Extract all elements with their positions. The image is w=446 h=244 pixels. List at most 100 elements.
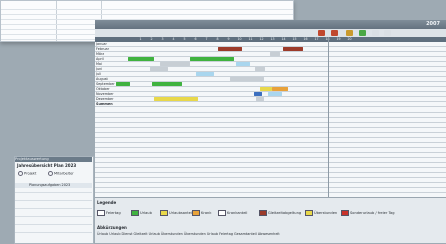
value-cell [330,52,348,56]
value-cell [330,67,348,71]
absence-bar[interactable] [256,97,264,101]
edit-button[interactable] [372,30,379,36]
legend-item: Krank [192,210,211,216]
value-cell [330,77,348,81]
option-mitarbeiter[interactable]: Mitarbeiter [48,171,74,176]
grid-column-divider [328,37,329,197]
value-cell [386,72,404,76]
absence-bar[interactable] [150,67,168,71]
absence-bar[interactable] [154,97,198,101]
absence-bar[interactable] [268,92,282,96]
value-cell [386,92,404,96]
legend-label: Krankanteil [227,211,248,215]
legend-swatch [97,210,105,216]
value-cell [330,92,348,96]
absence-bar[interactable] [218,47,242,51]
row-label: Januar [96,42,107,46]
row-label: März [96,52,105,56]
row-divider [95,132,446,133]
absence-bar[interactable] [260,87,272,91]
absence-bar[interactable] [283,47,303,51]
legend-title: Legende [97,200,117,205]
value-cell [386,102,404,106]
row-label: November [96,92,114,96]
value-cell [330,47,348,51]
value-cell [358,62,376,66]
row-label: April [96,57,104,61]
warning-button[interactable] [346,30,353,36]
absence-bar[interactable] [190,57,234,61]
value-cell [386,87,404,91]
side-list-item[interactable]: Planungsaufgaben 2023 [15,183,92,188]
absence-bar[interactable] [255,67,265,71]
value-cell [414,82,432,86]
row-divider [95,127,446,128]
row-divider [95,106,446,107]
value-cell [358,57,376,61]
value-cell [414,67,432,71]
row-label: Oktober [96,87,110,91]
row-divider [95,152,446,153]
abbreviations-title: Abkürzungen [97,225,127,230]
row-divider [95,182,446,183]
legend-swatch [305,210,313,216]
absence-bar[interactable] [196,72,214,76]
row-divider [95,142,446,143]
absence-bar[interactable] [152,82,182,86]
record-button[interactable] [318,30,325,36]
row-label: Summen [96,102,113,106]
absence-bar[interactable] [128,57,154,61]
settings-button[interactable] [384,30,391,36]
row-divider [95,187,446,188]
legend-label: Überstunden [314,211,338,215]
legend-swatch [160,210,168,216]
value-cell [330,97,348,101]
row-divider [95,177,446,178]
value-cell [414,92,432,96]
row-label: Dezember [96,97,114,101]
value-cell [386,67,404,71]
side-divider [15,224,92,225]
side-panel-title: Projektauswertung [15,157,92,162]
value-cell [386,42,404,46]
legend-panel [95,197,446,243]
legend-swatch [341,210,349,216]
value-cell [386,82,404,86]
legend-label: Urlaub [140,211,152,215]
value-cell [358,92,376,96]
stop-button[interactable] [331,30,338,36]
legend-label: Gleitzeitabgeltung [268,211,302,215]
value-cell [358,47,376,51]
value-cell [414,57,432,61]
absence-bar[interactable] [270,52,280,56]
value-cell [330,42,348,46]
row-divider [95,192,446,193]
confirm-button[interactable] [359,30,366,36]
row-divider [95,167,446,168]
row-divider [95,117,446,118]
value-cell [414,102,432,106]
window-title: 2007 [426,21,440,27]
option-projekt[interactable]: Projekt [18,171,36,176]
absence-bar[interactable] [254,92,262,96]
value-cell [358,82,376,86]
side-divider [15,232,92,233]
value-cell [386,62,404,66]
value-cell [386,57,404,61]
value-cell [330,102,348,106]
row-divider [95,122,446,123]
absence-bar[interactable] [272,87,288,91]
window-titlebar[interactable] [95,20,446,29]
absence-bar[interactable] [236,62,250,66]
row-label: Februar [96,47,110,51]
side-panel-subtitle: Jahresübersicht Plan 2023 [17,163,77,168]
value-cell [358,97,376,101]
absence-bar[interactable] [230,77,264,81]
absence-bar[interactable] [160,62,190,66]
absence-bar[interactable] [116,82,130,86]
value-cell [414,87,432,91]
value-cell [358,77,376,81]
legend-item: Gleitzeitabgeltung [259,210,301,216]
row-label: Mai [96,62,102,66]
row-label: Juni [96,67,103,71]
